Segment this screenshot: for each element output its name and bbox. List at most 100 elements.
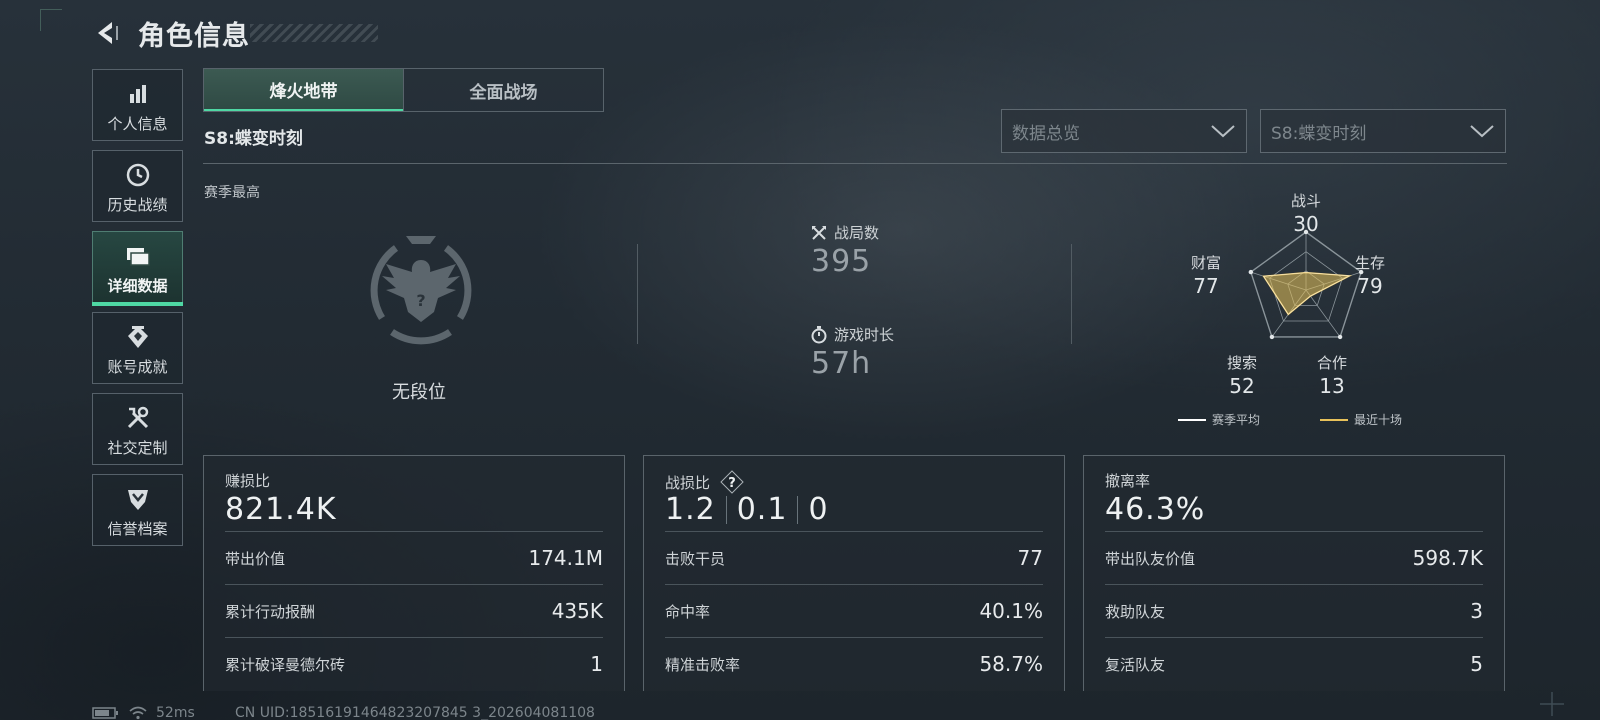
card-row: 累计破译曼德尔砖 1 [225,637,603,690]
row-label: 精准击败率 [665,655,741,674]
sidebar-item-label: 历史战绩 [107,196,168,214]
ping-value: 52ms [156,705,195,720]
status-bar: 52ms [92,705,195,720]
row-label: 带出价值 [225,549,286,568]
radar-axis-value: 52 [1229,374,1255,398]
kd-part: 0 [808,492,829,527]
sidebar-item-personal-info[interactable]: 个人信息 [92,69,183,141]
card-row: 带出价值 174.1M [225,531,603,584]
card-main-value: 1.2 0.1 0 [665,492,829,527]
row-label: 带出队友价值 [1105,549,1196,568]
legend-season-average: 赛季平均 [1178,411,1260,428]
corner-frame-mark [40,9,62,31]
sidebar-item-label: 信誉档案 [107,520,168,538]
chevron-down-icon [1470,125,1494,138]
mode-tabs: 烽火地带 全面战场 [203,68,604,112]
row-value: 77 [1017,546,1043,570]
playtime-label: 游戏时长 [810,324,894,345]
row-value: 174.1M [528,546,603,570]
tab-full-battlefield[interactable]: 全面战场 [403,69,603,111]
value-separator [725,495,727,524]
back-button[interactable] [90,16,124,50]
radar-axis-label: 战斗 [1290,192,1321,210]
history-clock-icon [125,162,151,188]
card-row: 命中率 40.1% [665,584,1043,637]
kd-part: 1.2 [665,492,716,527]
season-best-label: 赛季最高 [204,185,260,201]
legend-recent-ten: 最近十场 [1320,411,1402,428]
row-label: 复活队友 [1105,655,1166,674]
kill-death-card: 战损比 ? 1.2 0.1 0 击败干员 77 命中率 40.1% 精准击败率 … [643,455,1065,691]
row-label: 累计行动报酬 [225,602,316,621]
divider [203,163,1507,164]
svg-text:?: ? [416,291,425,310]
sidebar-item-label: 个人信息 [107,115,168,133]
card-row: 复活队友 5 [1105,637,1483,690]
rank-name: 无段位 [392,382,446,403]
legend-label: 赛季平均 [1212,413,1261,427]
row-value: 5 [1470,652,1483,676]
help-button[interactable]: ? [720,470,744,494]
card-title: 战损比 ? [665,470,744,494]
battery-icon [92,707,118,719]
card-row: 累计行动报酬 435K [225,584,603,637]
sidebar-item-social[interactable]: 社交定制 [92,393,183,465]
legend-swatch [1320,418,1348,421]
stopwatch-icon [811,325,827,343]
row-label: 累计破译曼德尔砖 [225,655,346,674]
value-separator [797,495,799,524]
radar-axis-label: 合作 [1316,354,1347,372]
radar-axis-value: 77 [1193,274,1219,298]
radar-axis-dot [1337,334,1343,340]
radar-axis-value: 79 [1357,274,1383,298]
view-dropdown[interactable]: 数据总览 [1001,109,1247,153]
radar-axis-label: 生存 [1354,254,1385,272]
help-icon: ? [720,470,744,494]
sidebar-item-label: 详细数据 [107,277,168,295]
sidebar-item-detailed-data[interactable]: 详细数据 [92,231,183,306]
achievement-medal-icon [125,324,151,350]
wifi-icon [129,706,147,720]
shield-rank-icon [125,486,151,512]
row-value: 58.7% [979,652,1043,676]
plus-mark-icon [1540,692,1564,716]
tab-hazard-zone[interactable]: 烽火地带 [204,69,403,111]
card-row: 救助队友 3 [1105,584,1483,637]
divider [1071,244,1072,344]
card-row: 精准击败率 58.7% [665,637,1043,690]
matches-value: 395 [811,244,872,279]
row-value: 1 [590,652,603,676]
radar-axis-value: 30 [1293,212,1319,236]
row-value: 598.7K [1412,546,1483,570]
season-dropdown[interactable]: S8:蝶变时刻 [1260,109,1506,153]
view-dropdown-value: 数据总览 [1012,123,1080,144]
sidebar-item-reputation[interactable]: 信誉档案 [92,474,183,546]
ability-radar-chart: 战斗 30 生存 79 合作 13 搜索 52 财富 77 [1190,186,1450,426]
playtime-label-text: 游戏时长 [834,326,895,344]
profit-loss-card: 赚损比 821.4K 带出价值 174.1M 累计行动报酬 435K 累计破译曼… [203,455,625,691]
sidebar-item-achievements[interactable]: 账号成就 [92,312,183,384]
sidebar-item-history[interactable]: 历史战绩 [92,150,183,222]
help-icon-glyph: ? [728,476,736,491]
divider [637,244,638,344]
season-dropdown-value: S8:蝶变时刻 [1271,123,1367,144]
legend-swatch [1178,418,1206,421]
tools-icon [125,405,151,431]
legend-label: 最近十场 [1354,413,1403,427]
card-main-value: 46.3% [1105,492,1206,527]
rank-emblem-icon: ? [370,236,472,345]
radar-axis-dot [1248,269,1254,275]
playtime-value: 57h [811,346,872,381]
card-title: 撤离率 [1105,472,1151,490]
card-row: 带出队友价值 598.7K [1105,531,1483,584]
sidebar-item-label: 社交定制 [107,439,168,457]
radar-axis-value: 13 [1319,374,1345,398]
radar-axis-dot [1269,334,1275,340]
bar-chart-icon [125,81,151,107]
radar-axis-line [1305,289,1341,338]
radar-axis-label: 财富 [1190,254,1221,272]
title-decoration [250,24,378,42]
card-row: 击败干员 77 [665,531,1043,584]
matches-label-text: 战局数 [834,224,880,242]
row-label: 击败干员 [665,549,726,568]
